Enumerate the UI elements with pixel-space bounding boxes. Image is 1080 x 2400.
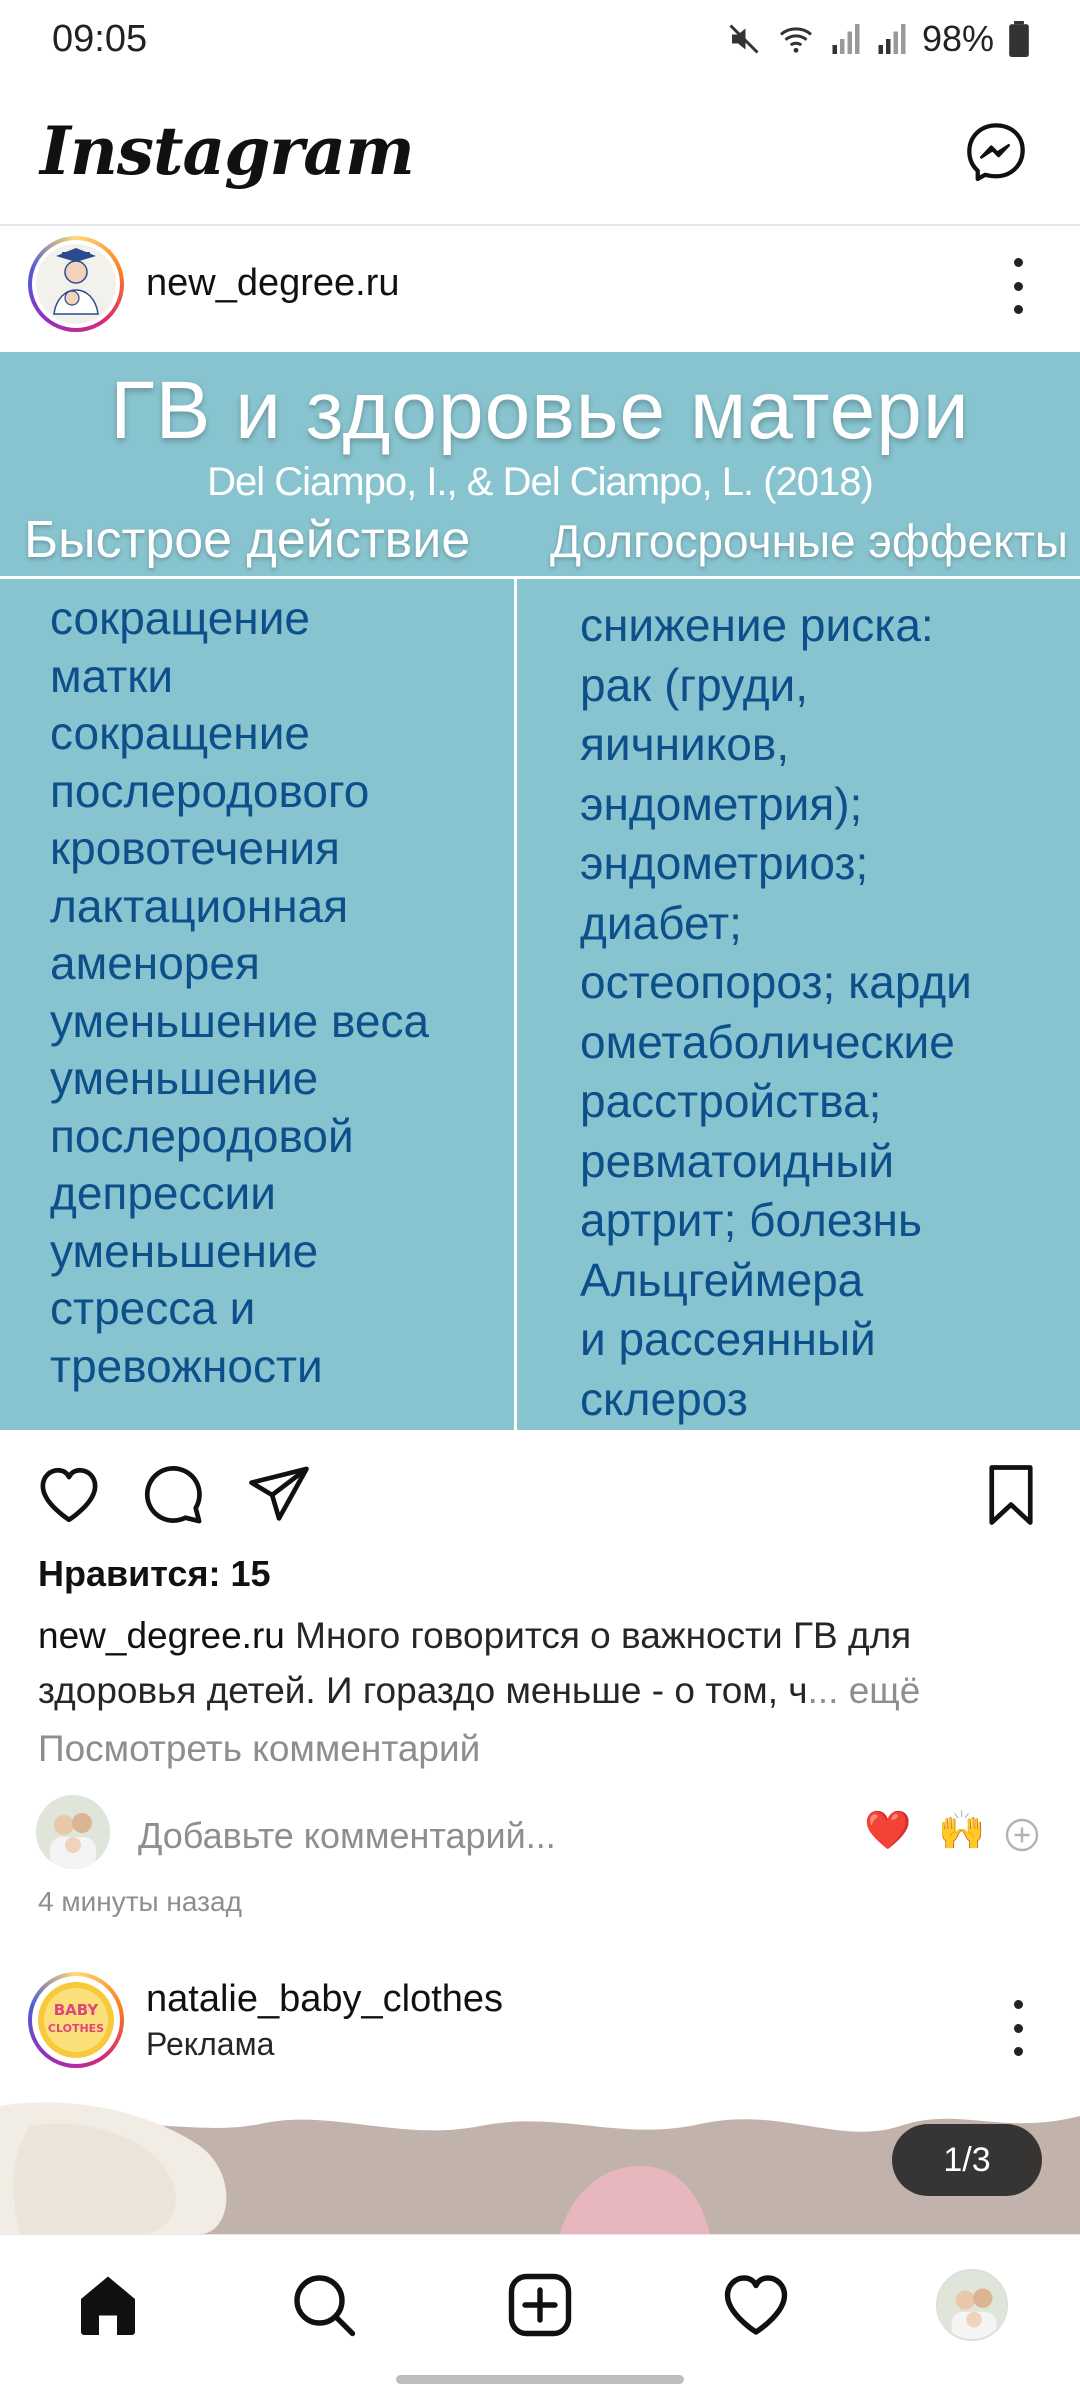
quick-reaction-heart[interactable]: ❤️: [864, 1809, 911, 1853]
post-actions: [0, 1430, 1080, 1550]
bookmark-icon[interactable]: [978, 1462, 1044, 1528]
image-divider-horizontal: [0, 576, 1080, 579]
battery-percent: 98%: [921, 18, 994, 59]
signal-icon: [832, 24, 860, 54]
status-time: 09:05: [52, 18, 148, 60]
post2-image[interactable]: 1/3: [0, 2086, 1080, 2234]
image-divider-vertical: [514, 579, 517, 1430]
home-icon[interactable]: [72, 2269, 144, 2341]
mute-icon: [729, 24, 759, 54]
image-right-heading: Долгосрочные эффекты: [550, 515, 1068, 567]
likes-count[interactable]: Нравится: 15: [38, 1553, 271, 1595]
activity-icon[interactable]: [720, 2269, 792, 2341]
status-icons: 98%: [726, 18, 1030, 60]
profile-avatar[interactable]: [936, 2269, 1008, 2341]
post2-avatar-ring[interactable]: BABY CLOTHES: [28, 1972, 124, 2068]
messenger-icon[interactable]: [964, 120, 1028, 184]
image-right-column: снижение риска: рак (груди, яичников, эн…: [580, 599, 972, 1425]
avatar: [36, 244, 116, 324]
image-subtitle: Del Ciampo, I., & Del Ciampo, L. (2018): [207, 460, 874, 504]
share-send-icon[interactable]: [246, 1462, 312, 1528]
home-indicator[interactable]: [396, 2375, 684, 2384]
comment-input[interactable]: Добавьте комментарий...: [138, 1815, 556, 1857]
like-heart-icon[interactable]: [36, 1462, 102, 1528]
post2-options-icon[interactable]: [1006, 2000, 1030, 2056]
instagram-logo[interactable]: Instagram: [40, 112, 415, 190]
svg-text:BABY: BABY: [54, 2001, 100, 2019]
image-title: ГВ и здоровье матери: [110, 365, 970, 456]
caption-more-link[interactable]: ... ещё: [808, 1670, 921, 1711]
add-comment-row: Добавьте комментарий... ❤️ 🙌: [0, 1795, 1080, 1875]
brand-logo: BABY CLOTHES: [36, 1980, 116, 2060]
view-comments-link[interactable]: Посмотреть комментарий: [38, 1728, 480, 1770]
wifi-icon: [779, 27, 812, 53]
more-reactions-icon[interactable]: [1004, 1817, 1040, 1853]
post-username[interactable]: new_degree.ru: [146, 262, 400, 305]
carousel-counter: 1/3: [892, 2124, 1042, 2196]
battery-icon: [1009, 21, 1029, 57]
post-image[interactable]: ГВ и здоровье матери Del Ciampo, I., & D…: [0, 352, 1080, 1430]
post2-header: BABY CLOTHES natalie_baby_clothes Реклам…: [0, 1960, 1080, 2084]
post-header: new_degree.ru: [0, 228, 1080, 352]
my-avatar: [36, 1795, 110, 1869]
create-icon[interactable]: [504, 2269, 576, 2341]
app-header: Instagram: [0, 80, 1080, 226]
svg-text:CLOTHES: CLOTHES: [48, 2022, 104, 2035]
story-ring-avatar[interactable]: [28, 236, 124, 332]
signal-icon: [878, 24, 906, 54]
image-left-column: сокращение матки сокращение послеродовог…: [50, 592, 430, 1392]
comment-icon[interactable]: [140, 1462, 206, 1528]
post2-username[interactable]: natalie_baby_clothes: [146, 1978, 503, 2021]
post-timestamp: 4 минуты назад: [38, 1886, 242, 1917]
caption-username[interactable]: new_degree.ru: [38, 1615, 285, 1656]
sponsored-label: Реклама: [146, 2026, 275, 2062]
status-bar: 09:05 98%: [0, 0, 1080, 80]
quick-reaction-raised-hands[interactable]: 🙌: [938, 1809, 985, 1853]
search-icon[interactable]: [288, 2269, 360, 2341]
post-caption: new_degree.ru Много говорится о важности…: [38, 1608, 1048, 1718]
image-left-heading: Быстрое действие: [24, 511, 471, 569]
post-options-icon[interactable]: [1006, 258, 1030, 314]
